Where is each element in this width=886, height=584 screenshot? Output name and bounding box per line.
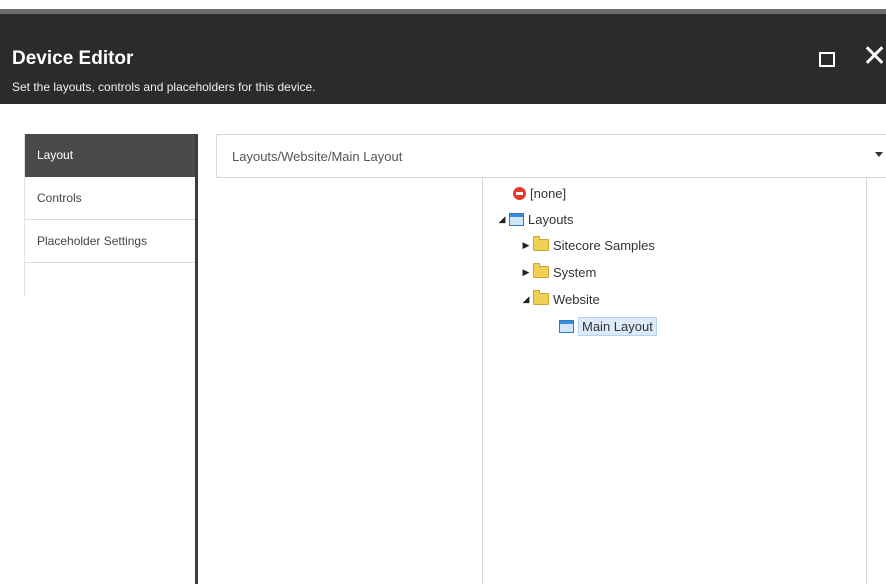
- tree-node-website[interactable]: ◢ Website: [519, 289, 600, 309]
- tree-node-label: System: [553, 264, 597, 280]
- nav-item-layout[interactable]: Layout: [24, 134, 195, 177]
- tree-node-label: [none]: [530, 185, 567, 201]
- tree-node-label: Sitecore Samples: [553, 237, 655, 253]
- folder-icon: [533, 263, 549, 278]
- tree-node-none[interactable]: [none]: [513, 183, 566, 203]
- layout-path-value: Layouts/Website/Main Layout: [232, 149, 403, 164]
- layout-icon: [559, 319, 574, 333]
- folder-icon: [533, 290, 549, 305]
- collapse-icon[interactable]: ◢: [519, 292, 533, 306]
- dialog-title: Device Editor: [12, 48, 134, 69]
- none-icon: [513, 186, 526, 200]
- tree-node-layouts[interactable]: ◢ Layouts: [495, 209, 574, 229]
- folder-icon: [533, 236, 549, 251]
- left-nav: Layout Controls Placeholder Settings: [24, 134, 195, 263]
- layout-tree: [none] ◢ Layouts ▶ Sitecore Samples ▶ Sy…: [482, 178, 867, 584]
- tree-node-main-layout[interactable]: Main Layout: [559, 316, 657, 336]
- nav-item-placeholder-settings[interactable]: Placeholder Settings: [24, 220, 195, 263]
- nav-item-controls[interactable]: Controls: [24, 177, 195, 220]
- tree-node-label: Main Layout: [578, 316, 657, 336]
- dialog-content: Layout Controls Placeholder Settings Lay…: [0, 104, 886, 584]
- tree-node-label: Layouts: [528, 211, 574, 227]
- dialog-subtitle: Set the layouts, controls and placeholde…: [12, 80, 316, 94]
- expand-icon[interactable]: ▶: [519, 265, 533, 279]
- expand-icon[interactable]: ▶: [519, 238, 533, 252]
- tree-node-sitecore-samples[interactable]: ▶ Sitecore Samples: [519, 235, 655, 255]
- background-window-strip: [0, 0, 886, 14]
- collapse-icon[interactable]: ◢: [495, 212, 509, 226]
- dropdown-arrow-icon[interactable]: [875, 152, 883, 157]
- nav-divider: [195, 134, 198, 584]
- close-icon[interactable]: ✕: [862, 42, 886, 72]
- tree-node-label: Website: [553, 291, 600, 307]
- layout-path-select[interactable]: Layouts/Website/Main Layout: [216, 134, 886, 178]
- tree-node-system[interactable]: ▶ System: [519, 262, 596, 282]
- maximize-icon[interactable]: [819, 52, 835, 67]
- dialog-header: Device Editor Set the layouts, controls …: [0, 14, 886, 104]
- layout-folder-icon: [509, 212, 524, 226]
